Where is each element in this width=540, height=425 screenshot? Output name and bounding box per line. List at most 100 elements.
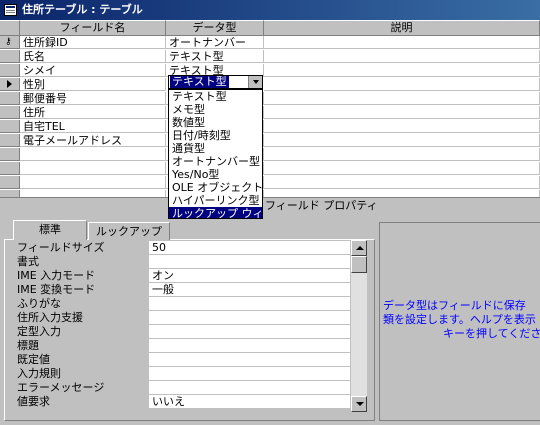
- help-pane: データ型はフィールドに保存 類を設定します。ヘルプを表示 キーを押してくださ: [379, 222, 540, 421]
- description-cell[interactable]: [264, 162, 540, 175]
- row-selector[interactable]: [0, 120, 20, 133]
- field-grid: フィールド名 データ型 説明 ⚷ 住所録ID オートナンバー 氏名 テキスト型 シメイ テキ…: [0, 20, 540, 198]
- scroll-down-icon[interactable]: [351, 396, 367, 412]
- window-title: 住所テーブル : テーブル: [22, 3, 143, 16]
- data-type-option[interactable]: オートナンバー型: [169, 155, 262, 168]
- description-cell[interactable]: [264, 36, 540, 49]
- property-value-field[interactable]: 50: [149, 241, 350, 255]
- data-type-option[interactable]: 通貨型: [169, 142, 262, 155]
- property-value-field[interactable]: [149, 325, 350, 339]
- help-line: 類を設定します。ヘルプを表示: [383, 313, 536, 326]
- field-name-cell[interactable]: [20, 162, 166, 175]
- description-cell[interactable]: [264, 148, 540, 161]
- property-label: IME 変換モード: [17, 283, 149, 298]
- property-value-field[interactable]: 一般: [149, 283, 350, 297]
- data-type-combo-value[interactable]: テキスト型: [170, 76, 229, 88]
- scroll-up-icon[interactable]: [351, 240, 367, 256]
- scroll-thumb[interactable]: [351, 256, 367, 273]
- data-type-option[interactable]: ルックアップ ウィ: [169, 207, 262, 218]
- property-value-field[interactable]: [149, 311, 350, 325]
- field-properties-label: フィールド プロパティ: [265, 199, 378, 212]
- row-selector[interactable]: [0, 92, 20, 105]
- data-type-cell[interactable]: テキスト型: [166, 50, 264, 63]
- property-row: IME 入力モード オン: [14, 269, 350, 284]
- data-type-option[interactable]: 数値型: [169, 116, 262, 129]
- row-selector[interactable]: [0, 162, 20, 175]
- data-type-option[interactable]: OLE オブジェクト型: [169, 181, 262, 194]
- field-name-cell[interactable]: [20, 190, 166, 197]
- row-selector[interactable]: [0, 78, 20, 91]
- current-row-icon: [7, 80, 12, 88]
- property-label: 既定値: [17, 353, 149, 368]
- property-list: フィールドサイズ 50 書式 IME 入力モード オン IME 変換モード 一般 ふりがな 住所…: [14, 241, 350, 411]
- property-row: 既定値: [14, 353, 350, 368]
- description-cell[interactable]: [264, 120, 540, 133]
- field-name-cell[interactable]: シメイ: [20, 64, 166, 77]
- property-value-field[interactable]: [149, 339, 350, 353]
- property-value-field[interactable]: [149, 297, 350, 311]
- field-name-cell[interactable]: 自宅TEL: [20, 120, 166, 133]
- property-scrollbar[interactable]: [351, 240, 367, 412]
- row-selector[interactable]: ⚷: [0, 36, 20, 49]
- field-name-cell[interactable]: 氏名: [20, 50, 166, 63]
- field-name-cell[interactable]: [20, 148, 166, 161]
- data-type-dropdown-list[interactable]: テキスト型 メモ型 数値型 日付/時刻型 通貨型 オートナンバー型 Yes/No型 OLE オ…: [168, 89, 263, 219]
- property-label: 値要求: [17, 395, 149, 410]
- property-label: 定型入力: [17, 325, 149, 340]
- help-line: データ型はフィールドに保存: [383, 299, 526, 312]
- field-name-cell[interactable]: 住所: [20, 106, 166, 119]
- property-label: フィールドサイズ: [17, 241, 149, 256]
- data-type-option[interactable]: 日付/時刻型: [169, 129, 262, 142]
- property-value-field[interactable]: [149, 367, 350, 381]
- field-name-cell[interactable]: [20, 176, 166, 189]
- description-cell[interactable]: [264, 176, 540, 189]
- data-type-option[interactable]: メモ型: [169, 103, 262, 116]
- table-icon: [4, 4, 17, 16]
- help-line: キーを押してくださ: [443, 327, 540, 340]
- row-selector[interactable]: [0, 176, 20, 189]
- row-selector[interactable]: [0, 190, 20, 197]
- property-row: エラーメッセージ: [14, 381, 350, 396]
- row-selector[interactable]: [0, 148, 20, 161]
- field-name-cell[interactable]: 性別: [20, 78, 166, 91]
- data-type-cell[interactable]: オートナンバー: [166, 36, 264, 49]
- primary-key-icon: ⚷: [5, 37, 12, 47]
- data-type-header: データ型: [166, 20, 264, 36]
- property-row: 書式: [14, 255, 350, 270]
- property-label: エラーメッセージ: [17, 381, 149, 396]
- property-value-field[interactable]: [149, 353, 350, 367]
- field-name-cell[interactable]: 住所録ID: [20, 36, 166, 49]
- chevron-down-icon[interactable]: [248, 76, 262, 88]
- data-type-option[interactable]: テキスト型: [169, 90, 262, 103]
- data-type-combo[interactable]: テキスト型: [168, 75, 263, 89]
- description-header: 説明: [264, 20, 540, 36]
- field-name-cell[interactable]: 電子メールアドレス: [20, 134, 166, 147]
- property-row: 住所入力支援: [14, 311, 350, 326]
- property-label: 入力規則: [17, 367, 149, 382]
- description-cell[interactable]: [264, 106, 540, 119]
- property-label: 住所入力支援: [17, 311, 149, 326]
- tab-general[interactable]: 標準: [13, 220, 87, 240]
- row-selector[interactable]: [0, 134, 20, 147]
- field-name-cell[interactable]: 郵便番号: [20, 92, 166, 105]
- data-type-option[interactable]: Yes/No型: [169, 168, 262, 181]
- property-value-field[interactable]: いいえ: [149, 395, 350, 409]
- data-type-option[interactable]: ハイパーリンク型: [169, 194, 262, 207]
- property-value-field[interactable]: [149, 255, 350, 269]
- description-cell[interactable]: [264, 50, 540, 63]
- title-bar[interactable]: 住所テーブル : テーブル: [0, 0, 540, 20]
- description-cell[interactable]: [264, 134, 540, 147]
- description-cell[interactable]: [264, 92, 540, 105]
- description-cell[interactable]: [264, 190, 540, 197]
- row-selector[interactable]: [0, 64, 20, 77]
- property-value-field[interactable]: オン: [149, 269, 350, 283]
- property-row: ふりがな: [14, 297, 350, 312]
- property-label: IME 入力モード: [17, 269, 149, 284]
- description-cell[interactable]: [264, 64, 540, 77]
- row-selector[interactable]: [0, 106, 20, 119]
- tab-lookup[interactable]: ルックアップ: [88, 222, 170, 240]
- property-row: 入力規則: [14, 367, 350, 382]
- property-value-field[interactable]: [149, 381, 350, 395]
- row-selector[interactable]: [0, 50, 20, 63]
- description-cell[interactable]: [264, 78, 540, 91]
